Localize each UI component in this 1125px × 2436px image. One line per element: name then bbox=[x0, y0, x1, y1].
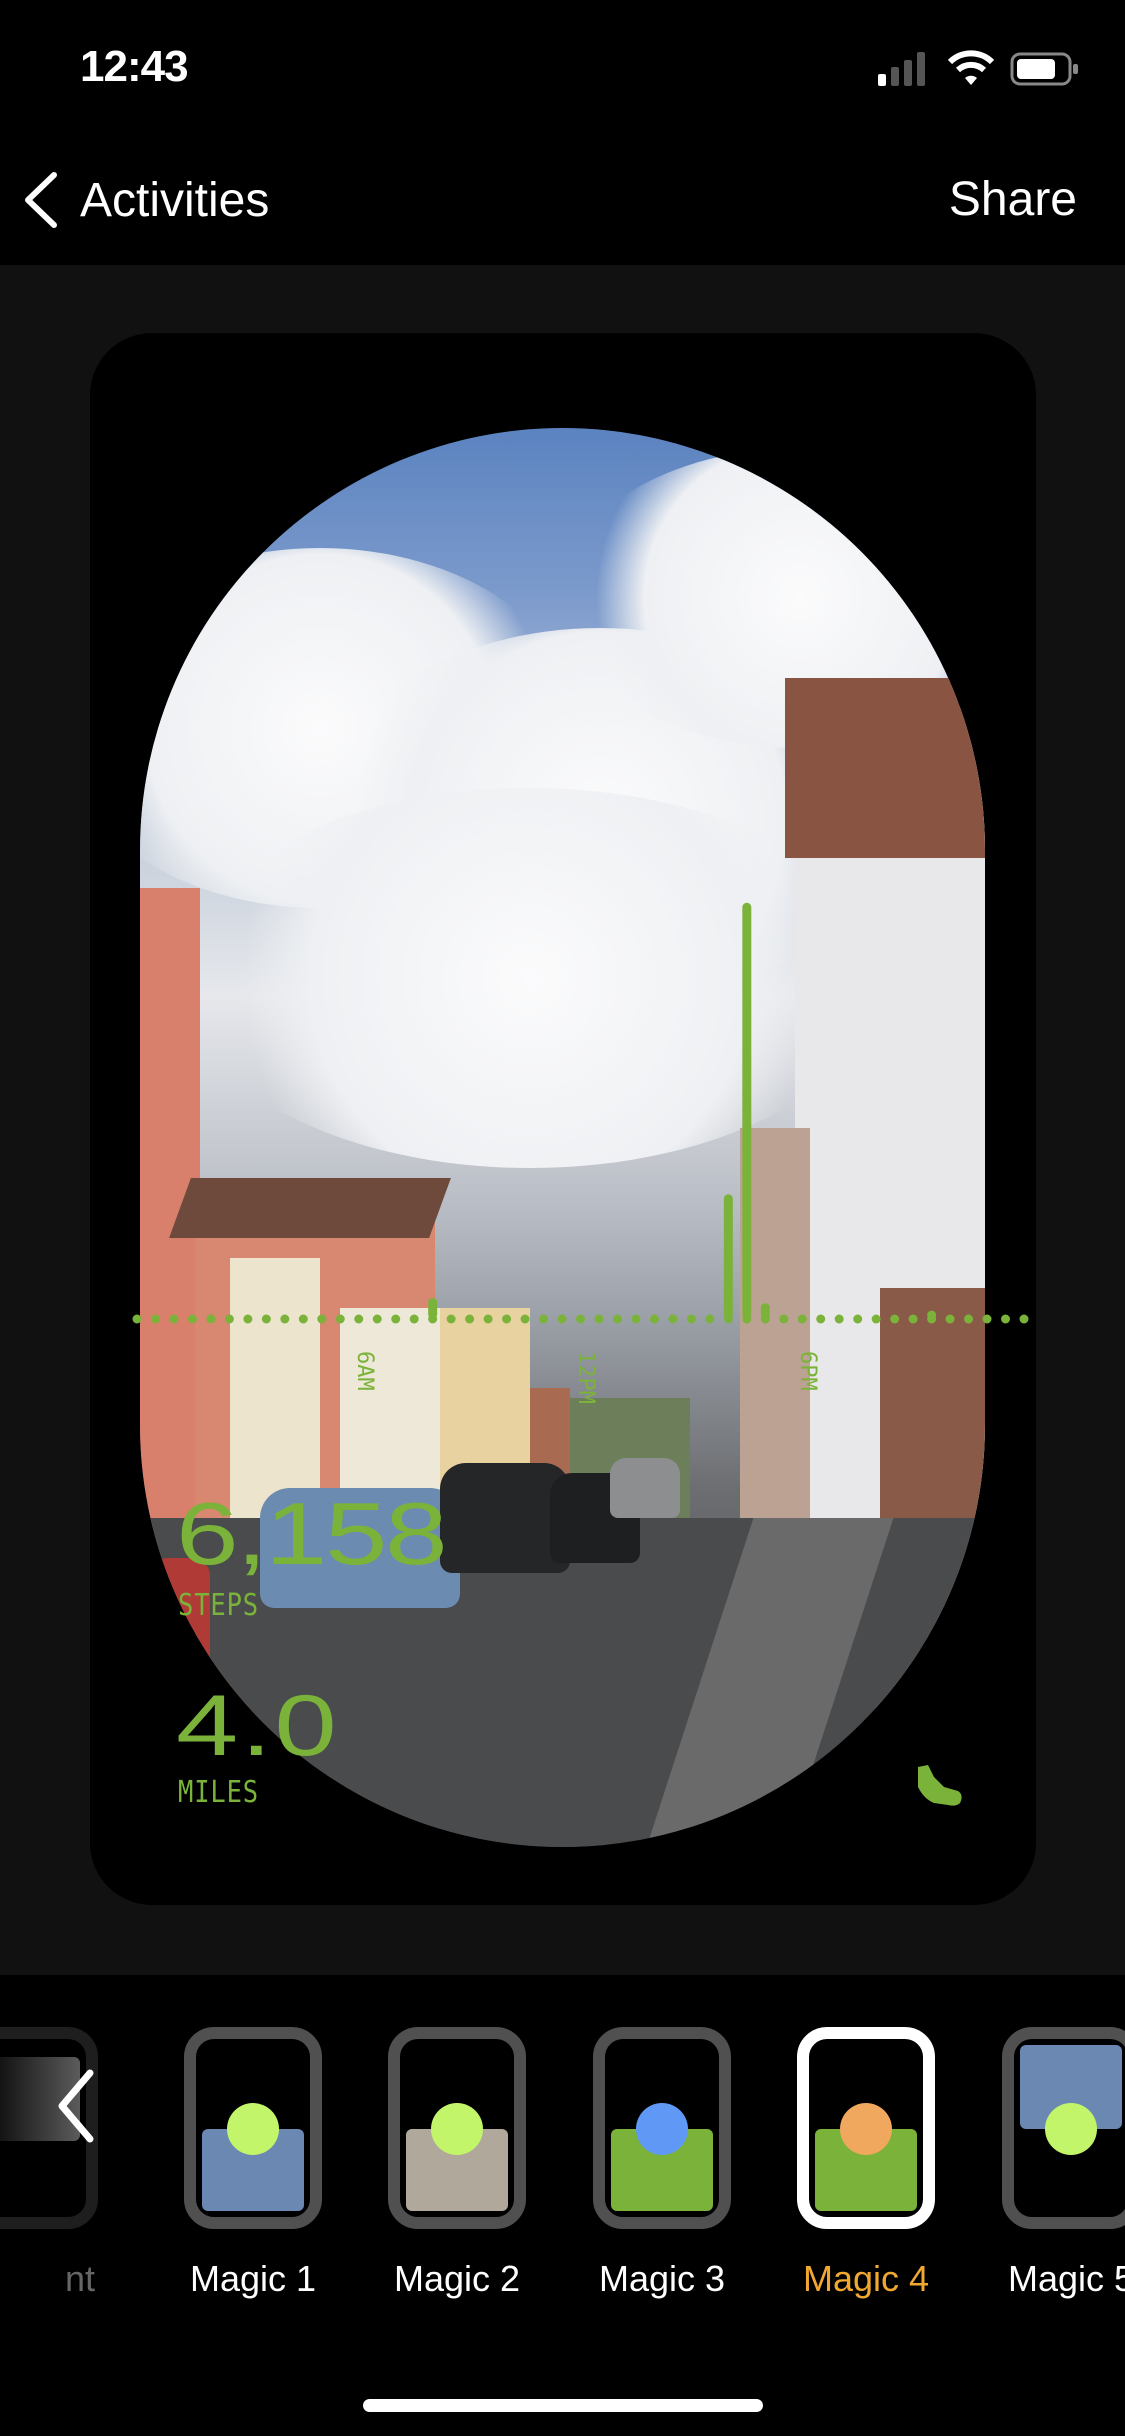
baseline-dot bbox=[280, 1314, 290, 1324]
baseline-dot bbox=[797, 1314, 807, 1324]
baseline-dot bbox=[298, 1314, 308, 1324]
style-thumbnail-magic-5[interactable] bbox=[1002, 2027, 1125, 2229]
style-label: Magic 2 bbox=[393, 2258, 521, 2299]
cellular-signal-icon bbox=[878, 52, 925, 86]
baseline-dot bbox=[132, 1314, 142, 1324]
baseline-dot bbox=[243, 1314, 253, 1324]
baseline-dot bbox=[1001, 1314, 1011, 1324]
baseline-dot bbox=[890, 1314, 900, 1324]
steps-label: STEPS bbox=[178, 1588, 260, 1623]
style-color-dot bbox=[636, 2103, 688, 2155]
baseline-dot bbox=[853, 1314, 863, 1324]
battery-icon bbox=[1010, 52, 1078, 86]
home-indicator[interactable] bbox=[363, 2399, 763, 2412]
chevron-left-icon bbox=[25, 172, 57, 228]
baseline-dot bbox=[187, 1314, 197, 1324]
baseline-dot bbox=[539, 1314, 549, 1324]
baseline-dot bbox=[612, 1314, 622, 1324]
share-button[interactable]: Share bbox=[949, 170, 1077, 230]
style-color-dot bbox=[1045, 2103, 1097, 2155]
baseline-dot bbox=[206, 1314, 216, 1324]
baseline-dot bbox=[409, 1314, 419, 1324]
baseline-dot bbox=[224, 1314, 234, 1324]
style-thumbnail-magic-1[interactable] bbox=[184, 2027, 322, 2229]
steps-bar bbox=[428, 1297, 438, 1319]
baseline-dot bbox=[261, 1314, 271, 1324]
style-label: Magic 3 bbox=[598, 2258, 726, 2299]
baseline-dot bbox=[446, 1314, 456, 1324]
baseline-dot bbox=[982, 1314, 992, 1324]
baseline-dot bbox=[520, 1314, 530, 1324]
steps-bar bbox=[742, 902, 752, 1319]
distance-value: 4.0 bbox=[176, 1678, 340, 1774]
steps-bar bbox=[760, 1303, 770, 1319]
steps-bar bbox=[927, 1310, 937, 1319]
style-color-dot bbox=[227, 2103, 279, 2155]
scroll-left-chevron-icon[interactable] bbox=[52, 2067, 98, 2145]
style-picker: nt Magic 1 Magic 2 Magic 3 Magic 4 Magic 5 bbox=[0, 1975, 1125, 2436]
tick-label-6pm: 6PM bbox=[795, 1351, 820, 1391]
baseline-dot bbox=[354, 1314, 364, 1324]
baseline-dot bbox=[816, 1314, 826, 1324]
baseline-dot bbox=[686, 1314, 696, 1324]
baseline-dot bbox=[945, 1314, 955, 1324]
style-thumbnail-magic-2[interactable] bbox=[388, 2027, 526, 2229]
baseline-dot bbox=[465, 1314, 475, 1324]
style-label: Magic 4 bbox=[802, 2258, 930, 2299]
tick-label-6am: 6AM bbox=[352, 1351, 377, 1391]
baseline-dot bbox=[908, 1314, 918, 1324]
baseline-dot bbox=[335, 1314, 345, 1324]
distance-label: MILES bbox=[178, 1775, 260, 1810]
style-thumbnail-magic-3[interactable] bbox=[593, 2027, 731, 2229]
baseline-dot bbox=[649, 1314, 659, 1324]
chart-plot bbox=[132, 902, 1029, 1324]
baseline-dot bbox=[576, 1314, 585, 1324]
style-label-partial: nt bbox=[65, 2258, 96, 2299]
baseline-dot bbox=[391, 1314, 401, 1324]
tick-label-12pm: 12PM bbox=[573, 1351, 598, 1404]
status-time: 12:43 bbox=[80, 42, 189, 91]
baseline-dot bbox=[668, 1314, 678, 1324]
style-color-dot bbox=[840, 2103, 892, 2155]
shoe-icon bbox=[918, 1765, 962, 1806]
navigation-bar: Activities Share bbox=[0, 130, 1125, 265]
status-bar: 12:43 bbox=[0, 0, 1125, 130]
activity-card-preview: 6AM 12PM 6PM 6,158 STEPS 4.0 MILES bbox=[90, 333, 1036, 1905]
baseline-dot bbox=[705, 1314, 715, 1324]
style-label: Magic 1 bbox=[189, 2258, 317, 2299]
baseline-dot bbox=[557, 1314, 567, 1324]
baseline-dot bbox=[871, 1314, 881, 1324]
style-color-dot bbox=[431, 2103, 483, 2155]
baseline-dot bbox=[594, 1314, 604, 1324]
baseline-dot bbox=[964, 1314, 974, 1324]
baseline-dot bbox=[631, 1314, 641, 1324]
steps-value: 6,158 bbox=[176, 1484, 448, 1583]
baseline-dot bbox=[1019, 1314, 1029, 1324]
baseline-dot bbox=[779, 1314, 789, 1324]
style-label: Magic 5 bbox=[1007, 2258, 1125, 2299]
baseline-dot bbox=[502, 1314, 512, 1324]
style-thumbnail-magic-4[interactable] bbox=[797, 2027, 935, 2229]
back-button[interactable]: Activities bbox=[22, 170, 269, 230]
baseline-dot bbox=[834, 1314, 844, 1324]
steps-bar bbox=[723, 1194, 733, 1319]
baseline-dot bbox=[169, 1314, 179, 1324]
baseline-dot bbox=[317, 1314, 327, 1324]
baseline-dot bbox=[372, 1314, 382, 1324]
back-label: Activities bbox=[80, 173, 270, 227]
steps-by-time-chart: 6AM 12PM 6PM bbox=[90, 333, 1036, 1533]
baseline-dot bbox=[150, 1314, 160, 1324]
baseline-dot bbox=[483, 1314, 493, 1324]
wifi-icon bbox=[948, 50, 994, 85]
